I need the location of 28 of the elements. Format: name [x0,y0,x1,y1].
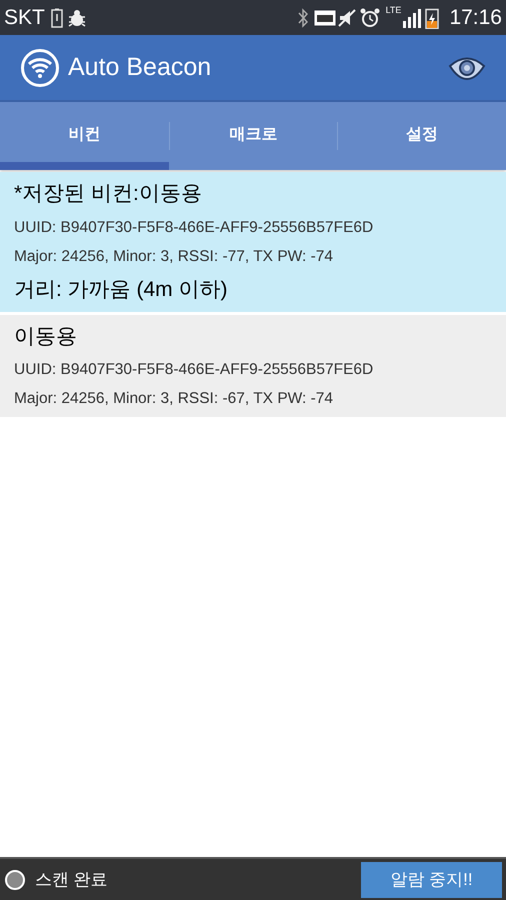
carrier-label: SKT [4,4,45,31]
alarm-icon [360,8,380,28]
battery-charging-icon [425,6,440,28]
beacon-uuid: UUID: B9407F30-F5F8-466E-AFF9-25556B57FE6D [14,218,374,238]
battery-alert-icon [50,8,63,28]
beacon-details: Major: 24256, Minor: 3, RSSI: -67, TX PW: -74 [14,389,334,410]
bug-icon [66,8,87,26]
beacon-name: *저장된 비컨:이동용 [14,181,203,207]
scan-indicator-icon [5,870,25,890]
beacon-distance: 거리: 가까움 (4m 이하) [14,277,228,303]
beacon-row[interactable]: 이동용 UUID: B9407F30-F5F8-466E-AFF9-25556B57FE6D Major: 24256, Minor: 3, RSSI: -67, TX PW: -74 [0,314,506,416]
eye-icon[interactable] [448,54,486,80]
scan-status: 스캔 완료 [35,868,108,891]
mute-icon [338,8,356,26]
beacon-details: Major: 24256, Minor: 3, RSSI: -77, TX PW: -74 [14,246,334,267]
network-label: LTE [386,6,402,15]
beacon-uuid: UUID: B9407F30-F5F8-466E-AFF9-25556B57FE6D [14,360,374,380]
bluetooth-icon [298,8,308,28]
signal-icon [403,8,422,28]
app-title: Auto Beacon [68,52,212,83]
tab[interactable]: 설정 [338,102,506,170]
nfc-icon [314,10,336,26]
tab[interactable]: 매크로 [170,102,338,170]
beacon-name: 이동용 [14,324,78,350]
clock-label: 17:16 [449,4,502,31]
beacon-row[interactable]: *저장된 비컨:이동용 UUID: B9407F30-F5F8-466E-AFF9-25556B57FE6D Major: 24256, Minor: 3, RSSI: -77, TX PW: -74 거리: 가까움 (4m 이하) [0,172,506,312]
stop-alarm-button[interactable]: 알람 중지!! [361,862,502,898]
wifi-icon [20,48,60,88]
